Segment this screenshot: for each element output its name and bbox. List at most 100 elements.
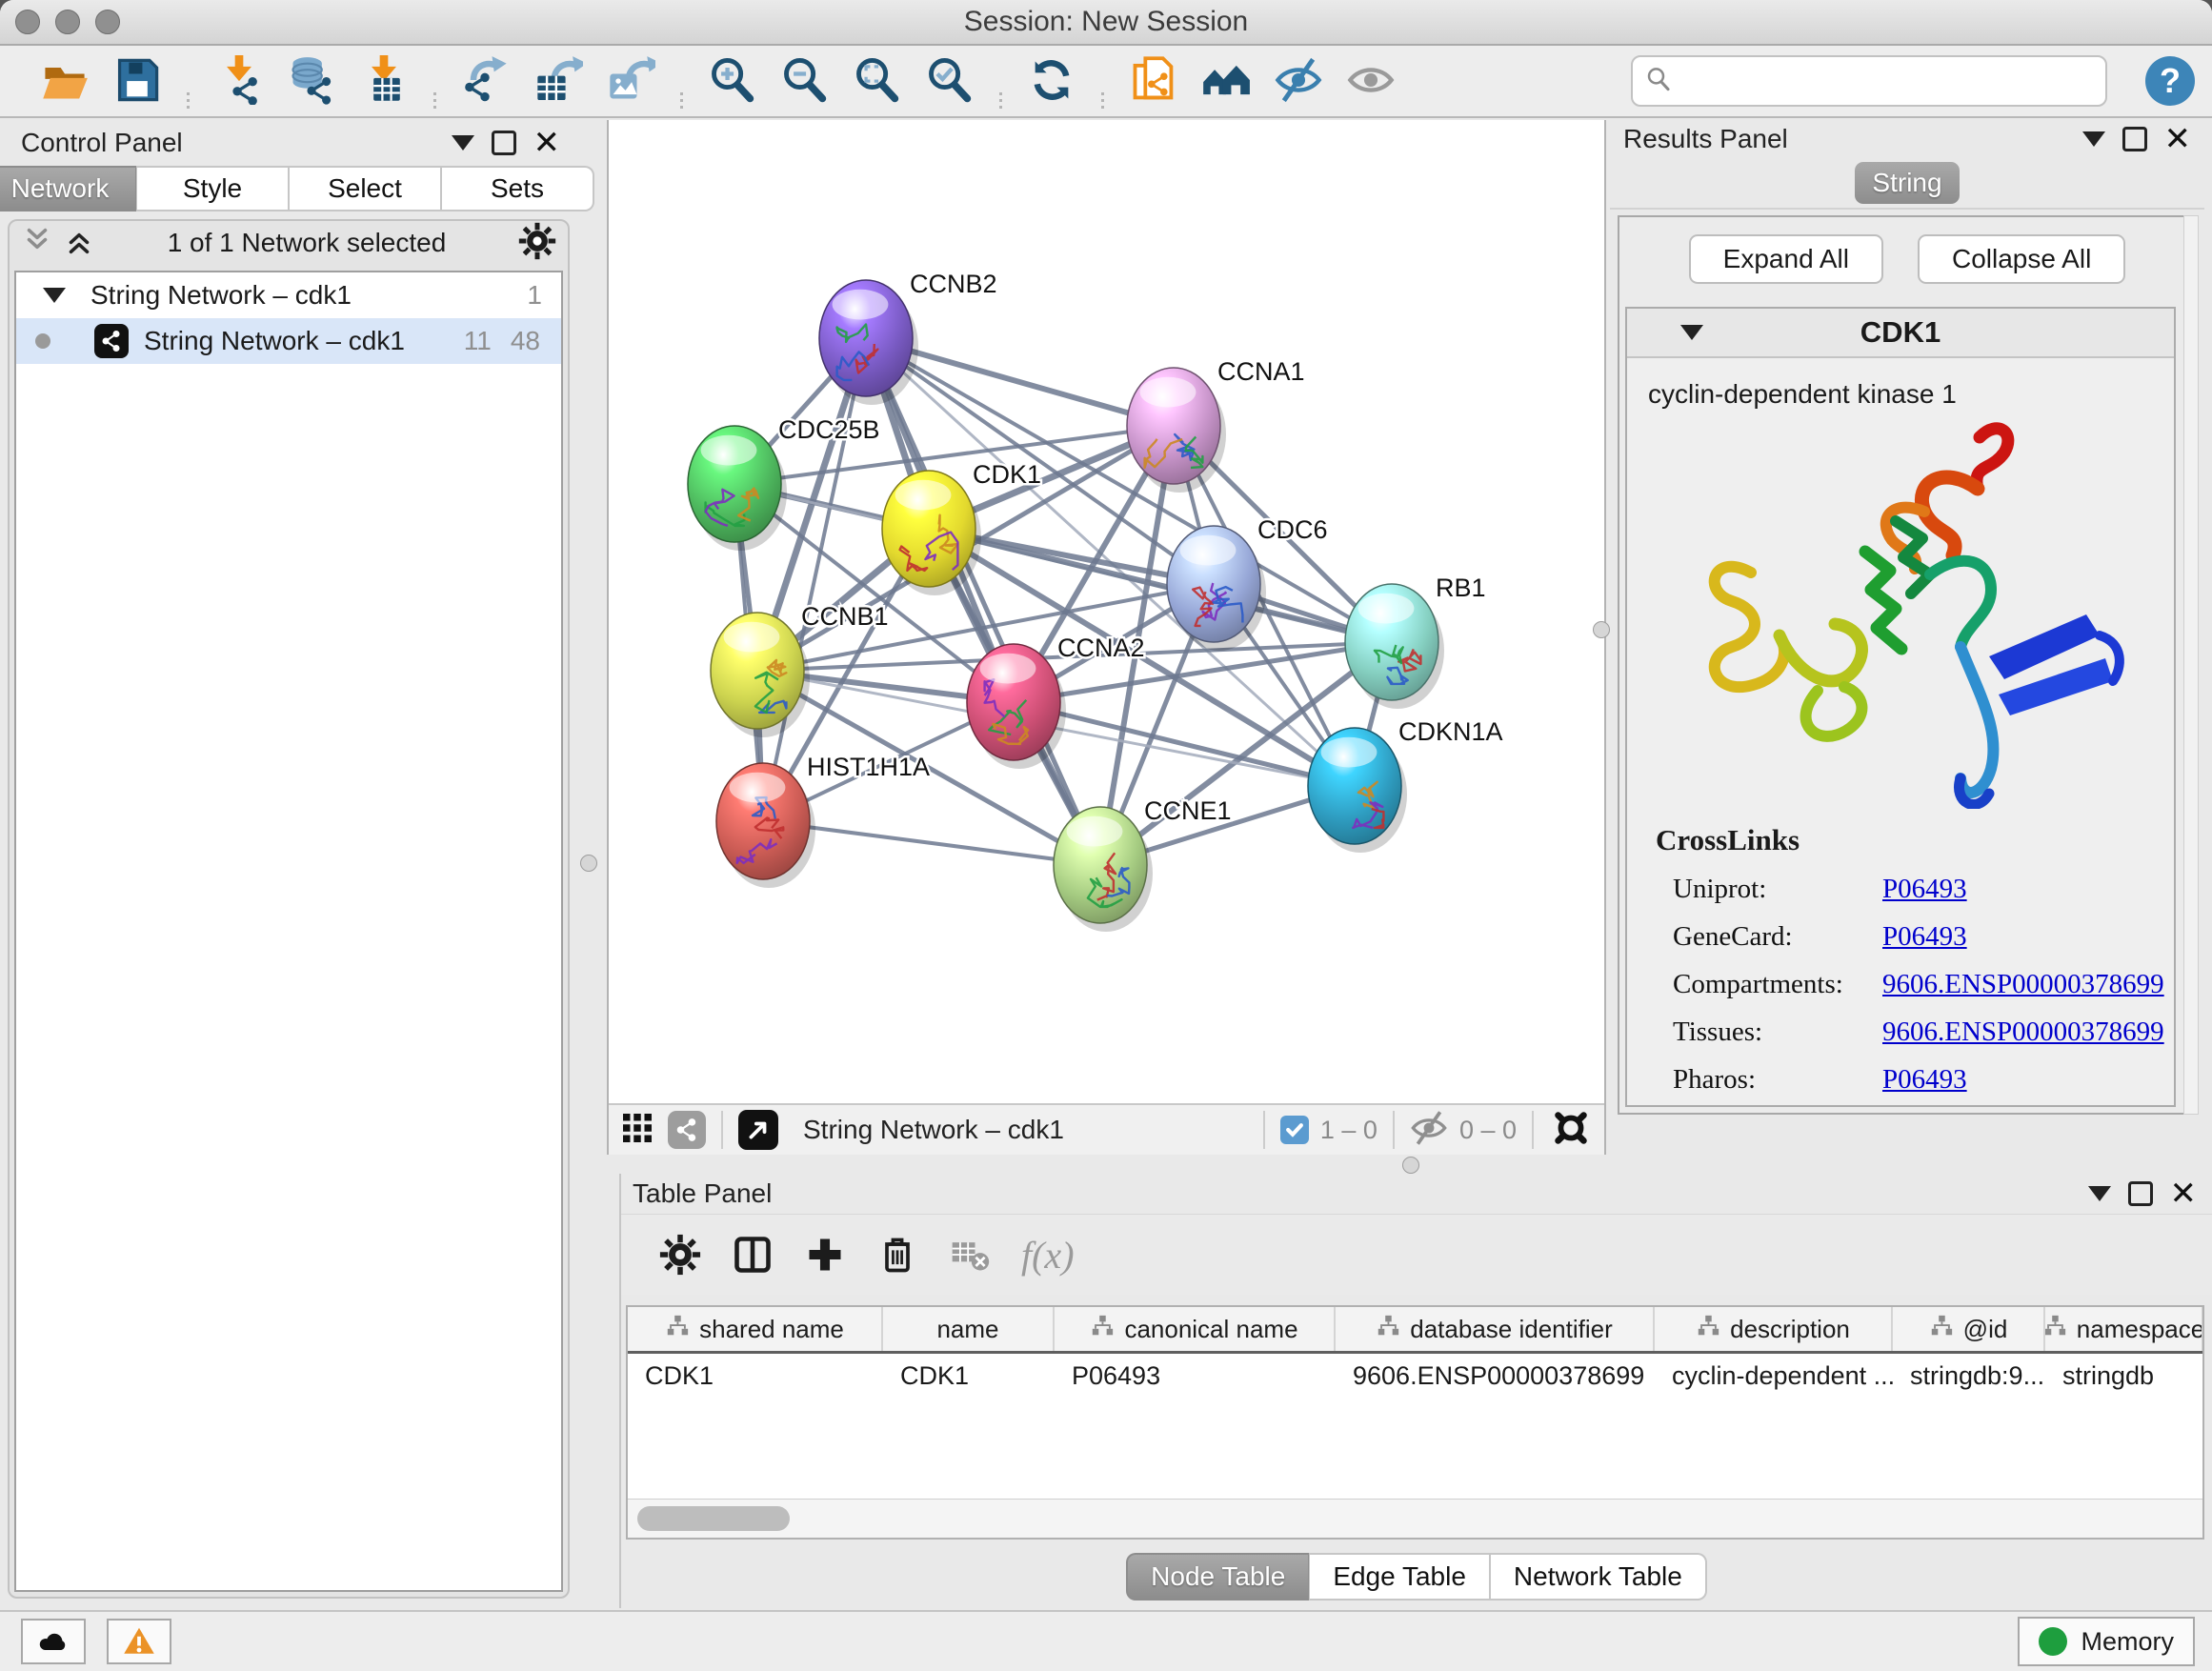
- show-all-icon[interactable]: [1344, 53, 1398, 107]
- save-session-icon[interactable]: [111, 53, 164, 107]
- network-edge[interactable]: [763, 338, 866, 821]
- float-panel-icon[interactable]: [492, 131, 516, 155]
- export-network-icon[interactable]: [459, 53, 513, 107]
- table-hscroll-thumb[interactable]: [637, 1506, 790, 1531]
- network-badge-icon[interactable]: [668, 1111, 706, 1149]
- table-hscrollbar[interactable]: [628, 1499, 2202, 1538]
- column-header-name[interactable]: name: [883, 1307, 1055, 1351]
- column-header-sharedname[interactable]: shared name: [628, 1307, 883, 1351]
- table-cell[interactable]: CDK1: [883, 1354, 1055, 1398]
- tab-style[interactable]: Style: [136, 166, 289, 211]
- open-session-icon[interactable]: [38, 53, 91, 107]
- table-menu-icon[interactable]: [2088, 1186, 2111, 1201]
- search-input[interactable]: [1673, 66, 2105, 97]
- results-float-icon[interactable]: [2122, 127, 2147, 151]
- results-tab-string[interactable]: String: [1855, 162, 1960, 204]
- search-box[interactable]: [1631, 55, 2107, 107]
- column-header-databaseidentifier[interactable]: database identifier: [1336, 1307, 1655, 1351]
- expand-all-networks-icon[interactable]: [63, 225, 95, 262]
- zoom-in-icon[interactable]: [706, 53, 759, 107]
- table-cell[interactable]: 9606.ENSP00000378699: [1336, 1354, 1655, 1398]
- crosslink-link[interactable]: P06493: [1882, 874, 1967, 905]
- network-options-gear-icon[interactable]: [518, 222, 556, 265]
- results-menu-icon[interactable]: [2082, 131, 2105, 147]
- network-node-cdk1[interactable]: CDK1: [882, 460, 1041, 595]
- selected-checkbox-icon[interactable]: [1280, 1116, 1309, 1144]
- table-options-gear-icon[interactable]: [655, 1230, 705, 1279]
- network-node-rb1[interactable]: RB1: [1345, 574, 1486, 709]
- close-panel-icon[interactable]: ✕: [533, 133, 561, 152]
- network-view[interactable]: CCNB2CCNA1CDC25BCDK1CDC6RB1CCNB1CCNA2CDK…: [607, 120, 1606, 1155]
- export-image-icon[interactable]: [604, 53, 657, 107]
- hide-selected-icon[interactable]: [1272, 53, 1325, 107]
- show-columns-icon[interactable]: [728, 1230, 777, 1279]
- import-table-icon[interactable]: [357, 53, 411, 107]
- home-icon[interactable]: [1199, 53, 1253, 107]
- zoom-selected-icon[interactable]: [923, 53, 976, 107]
- table-close-icon[interactable]: ✕: [2170, 1184, 2198, 1203]
- network-node-cdc6[interactable]: CDC6: [1167, 515, 1328, 651]
- expand-all-button[interactable]: Expand All: [1689, 234, 1883, 284]
- column-header-description[interactable]: description: [1655, 1307, 1893, 1351]
- tab-sets[interactable]: Sets: [441, 166, 594, 211]
- tab-edge-table[interactable]: Edge Table: [1309, 1553, 1490, 1601]
- network-node-ccnb2[interactable]: CCNB2: [819, 270, 997, 405]
- clone-network-icon[interactable]: [1127, 53, 1180, 107]
- tab-select[interactable]: Select: [289, 166, 441, 211]
- network-node-ccne1[interactable]: CCNE1: [1054, 796, 1232, 932]
- column-header-canonicalname[interactable]: canonical name: [1055, 1307, 1336, 1351]
- export-table-icon[interactable]: [532, 53, 585, 107]
- panel-menu-icon[interactable]: [452, 135, 474, 151]
- memory-button[interactable]: Memory: [2018, 1617, 2195, 1666]
- column-header-namespace[interactable]: namespace: [2045, 1307, 2203, 1351]
- add-column-icon[interactable]: [800, 1230, 850, 1279]
- results-scrollbar[interactable]: [2183, 215, 2199, 1115]
- left-splitter-handle[interactable]: [580, 855, 597, 872]
- table-float-icon[interactable]: [2128, 1181, 2153, 1206]
- import-network-icon[interactable]: [212, 53, 266, 107]
- fit-crosshair-icon[interactable]: [1549, 1106, 1593, 1155]
- node-table[interactable]: shared namenamecanonical namedatabase id…: [626, 1305, 2204, 1540]
- table-cell[interactable]: CDK1: [628, 1354, 883, 1398]
- network-node-hist1h1a[interactable]: HIST1H1A: [716, 753, 930, 888]
- warnings-button[interactable]: [107, 1619, 171, 1664]
- network-node-cdkn1a[interactable]: CDKN1A: [1308, 717, 1503, 853]
- table-cell[interactable]: cyclin-dependent ...: [1655, 1354, 1893, 1398]
- zoom-fit-icon[interactable]: [851, 53, 904, 107]
- hidden-eye-icon[interactable]: [1410, 1109, 1448, 1152]
- network-row-selected[interactable]: String Network – cdk1 11 48: [16, 318, 561, 364]
- table-cell[interactable]: stringdb:9...: [1893, 1354, 2045, 1398]
- collection-expand-icon[interactable]: [43, 288, 66, 303]
- tab-network-table[interactable]: Network Table: [1490, 1553, 1707, 1601]
- node-section-header[interactable]: CDK1: [1627, 309, 2174, 358]
- crosslink-link[interactable]: P06493: [1882, 1064, 1967, 1096]
- bottom-splitter-handle[interactable]: [1402, 1157, 1419, 1174]
- crosslink-link[interactable]: P06493: [1882, 921, 1967, 953]
- crosslink-link[interactable]: 9606.ENSP00000378699: [1882, 1017, 2164, 1048]
- refresh-view-icon[interactable]: [1025, 53, 1078, 107]
- collapse-all-button[interactable]: Collapse All: [1918, 234, 2125, 284]
- import-network-from-database-icon[interactable]: [285, 53, 338, 107]
- network-node-ccnb1[interactable]: CCNB1: [711, 602, 889, 737]
- cloud-status-button[interactable]: [21, 1619, 86, 1664]
- network-edge[interactable]: [866, 338, 1100, 865]
- tab-network[interactable]: Network: [0, 166, 136, 211]
- crosslink-link[interactable]: 9606.ENSP00000378699: [1882, 969, 2164, 1000]
- results-close-icon[interactable]: ✕: [2164, 130, 2192, 149]
- table-cell[interactable]: stringdb: [2045, 1354, 2203, 1398]
- grid-view-icon[interactable]: [620, 1111, 654, 1150]
- network-graph[interactable]: CCNB2CCNA1CDC25BCDK1CDC6RB1CCNB1CCNA2CDK…: [609, 120, 1604, 1101]
- network-collection-row[interactable]: String Network – cdk1 1: [16, 272, 561, 318]
- help-button[interactable]: ?: [2145, 56, 2195, 106]
- birds-eye-view-icon[interactable]: [738, 1110, 778, 1150]
- table-row[interactable]: CDK1CDK1P064939606.ENSP00000378699cyclin…: [628, 1354, 2202, 1398]
- network-node-ccna1[interactable]: CCNA1: [1127, 357, 1305, 493]
- section-collapse-icon[interactable]: [1680, 325, 1703, 340]
- delete-column-icon[interactable]: [873, 1230, 922, 1279]
- network-node-cdc25b[interactable]: CDC25B: [688, 415, 880, 551]
- collapse-all-networks-icon[interactable]: [21, 225, 53, 262]
- right-splitter-handle[interactable]: [1593, 621, 1610, 638]
- table-cell[interactable]: P06493: [1055, 1354, 1336, 1398]
- zoom-out-icon[interactable]: [778, 53, 832, 107]
- column-header-id[interactable]: @id: [1893, 1307, 2045, 1351]
